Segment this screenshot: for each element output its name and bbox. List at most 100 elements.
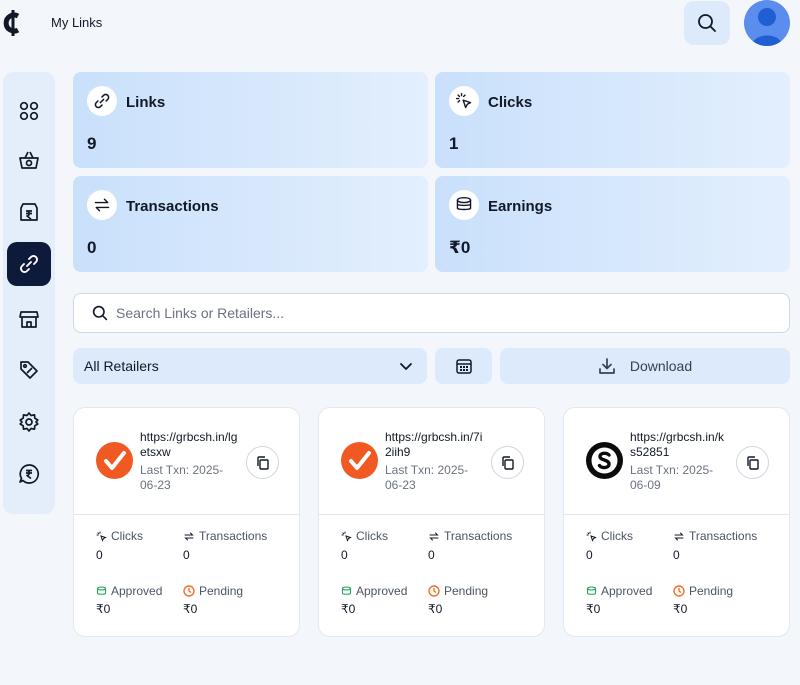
date-filter-button[interactable] bbox=[435, 348, 492, 384]
coins-icon bbox=[96, 585, 107, 595]
swap-icon bbox=[674, 532, 684, 540]
header: My Links bbox=[0, 0, 800, 60]
card-divider bbox=[564, 514, 789, 515]
search-button[interactable] bbox=[684, 1, 730, 45]
store-icon bbox=[19, 311, 39, 328]
avatar[interactable] bbox=[744, 0, 790, 46]
metric-label: Approved bbox=[601, 584, 653, 598]
sidebar-item-offers[interactable] bbox=[7, 348, 51, 392]
sidebar-item-settings[interactable] bbox=[7, 400, 51, 444]
download-label: Download bbox=[629, 358, 693, 374]
metric-value: ₹0 bbox=[428, 602, 443, 616]
metric-value: 0 bbox=[341, 548, 348, 562]
sidebar-item-store[interactable] bbox=[7, 297, 51, 341]
coins-icon bbox=[341, 585, 352, 595]
calendar-icon bbox=[455, 359, 472, 374]
stat-label: Earnings bbox=[488, 198, 553, 215]
metric-pending: Pending bbox=[183, 584, 243, 598]
link-icon bbox=[20, 255, 38, 273]
link-card[interactable]: https://grbcsh.in/lgetsxw Last Txn: 2025… bbox=[73, 407, 300, 637]
sidebar-item-basket[interactable] bbox=[7, 138, 51, 182]
last-txn: Last Txn: 2025-06-23 bbox=[140, 463, 224, 492]
s-logo-icon bbox=[591, 447, 618, 474]
metric-value: ₹0 bbox=[586, 602, 601, 616]
copy-button[interactable] bbox=[736, 446, 769, 479]
metric-transactions: Transactions bbox=[428, 529, 512, 543]
sidebar-item-wallet[interactable] bbox=[7, 190, 51, 234]
clock-icon bbox=[428, 585, 440, 597]
stat-value: 0 bbox=[87, 238, 97, 257]
card-divider bbox=[74, 514, 299, 515]
link-card[interactable]: https://grbcsh.in/ks52851 Last Txn: 2025… bbox=[563, 407, 790, 637]
sidebar-item-links[interactable] bbox=[7, 242, 51, 286]
metric-transactions: Transactions bbox=[673, 529, 757, 543]
copy-button[interactable] bbox=[246, 446, 279, 479]
metric-value: 0 bbox=[586, 548, 593, 562]
copy-icon bbox=[746, 455, 759, 470]
link-card[interactable]: https://grbcsh.in/7i2iih9 Last Txn: 2025… bbox=[318, 407, 545, 637]
sidebar bbox=[3, 72, 55, 514]
stat-value: 9 bbox=[87, 134, 97, 153]
metric-clicks: Clicks bbox=[96, 529, 143, 543]
settings-icon bbox=[19, 412, 39, 432]
download-button[interactable]: Download bbox=[500, 348, 790, 384]
user-avatar-icon bbox=[752, 8, 782, 46]
metric-clicks: Clicks bbox=[586, 529, 633, 543]
coins-icon bbox=[586, 585, 597, 595]
metric-label: Transactions bbox=[689, 529, 758, 543]
search-icon bbox=[92, 305, 108, 321]
chevron-down-icon bbox=[400, 363, 412, 370]
metric-label: Pending bbox=[689, 584, 734, 598]
link-url[interactable]: https://grbcsh.in/ks52851 bbox=[630, 430, 730, 460]
click-icon bbox=[96, 531, 107, 542]
basket-icon bbox=[19, 151, 39, 169]
stat-label: Links bbox=[126, 94, 166, 111]
copy-button[interactable] bbox=[491, 446, 524, 479]
metric-label: Transactions bbox=[199, 529, 268, 543]
stat-icon-wrap bbox=[449, 86, 479, 116]
sidebar-item-dashboard[interactable] bbox=[7, 89, 51, 133]
metric-pending: Pending bbox=[673, 584, 733, 598]
stat-card-earnings: Earnings ₹0 bbox=[435, 176, 790, 272]
click-icon bbox=[455, 92, 472, 109]
cent-logo-icon[interactable] bbox=[2, 8, 24, 38]
stat-label: Transactions bbox=[126, 198, 219, 215]
metric-label: Approved bbox=[356, 584, 408, 598]
retailer-logo bbox=[341, 442, 378, 479]
link-url[interactable]: https://grbcsh.in/7i2iih9 bbox=[385, 430, 485, 460]
link-url[interactable]: https://grbcsh.in/lgetsxw bbox=[140, 430, 240, 460]
retailer-logo bbox=[96, 442, 133, 479]
metric-label: Pending bbox=[199, 584, 244, 598]
metric-approved: Approved bbox=[96, 584, 162, 598]
metric-approved: Approved bbox=[586, 584, 652, 598]
checkmark-logo-icon bbox=[348, 450, 371, 470]
sidebar-item-support[interactable] bbox=[7, 452, 51, 496]
stat-card-links: Links 9 bbox=[73, 72, 428, 168]
metric-value: 0 bbox=[428, 548, 435, 562]
metric-label: Clicks bbox=[601, 529, 633, 543]
grid-icon bbox=[19, 101, 39, 121]
metric-value: ₹0 bbox=[341, 602, 356, 616]
stat-card-transactions: Transactions 0 bbox=[73, 176, 428, 272]
stat-label: Clicks bbox=[488, 94, 533, 111]
click-icon bbox=[586, 531, 597, 542]
copy-icon bbox=[501, 455, 514, 470]
stat-value: 1 bbox=[449, 134, 459, 153]
search-input[interactable] bbox=[116, 303, 756, 323]
click-icon bbox=[341, 531, 352, 542]
stat-icon-wrap bbox=[449, 190, 479, 220]
metric-label: Clicks bbox=[356, 529, 388, 543]
metric-approved: Approved bbox=[341, 584, 407, 598]
retailer-select-value: All Retailers bbox=[84, 358, 159, 374]
stat-card-clicks: Clicks 1 bbox=[435, 72, 790, 168]
stat-icon-wrap bbox=[87, 86, 117, 116]
swap-icon bbox=[429, 532, 439, 540]
swap-icon bbox=[94, 198, 110, 212]
clock-icon bbox=[673, 585, 685, 597]
tag-icon bbox=[20, 361, 38, 379]
retailer-select[interactable]: All Retailers bbox=[73, 348, 427, 384]
metric-value: 0 bbox=[96, 548, 103, 562]
metric-value: ₹0 bbox=[96, 602, 111, 616]
metric-label: Transactions bbox=[444, 529, 513, 543]
metric-label: Pending bbox=[444, 584, 489, 598]
